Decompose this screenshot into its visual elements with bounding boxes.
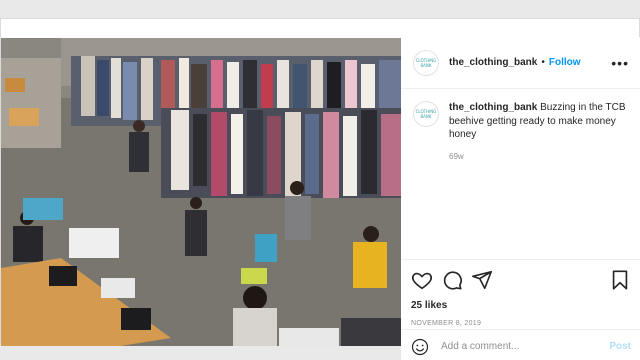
caption-text: the_clothing_bank Buzzing in the TCB bee… (449, 101, 629, 142)
caption-username[interactable]: the_clothing_bank (449, 102, 537, 113)
header-username[interactable]: the_clothing_bank (449, 57, 537, 68)
post-header: CLOTHING BANK the_clothing_bank • Follow… (401, 37, 640, 89)
emoji-icon[interactable] (411, 338, 429, 356)
profile-avatar[interactable]: CLOTHING BANK (413, 49, 439, 76)
bookmark-icon[interactable] (609, 269, 631, 291)
more-icon[interactable]: ••• (611, 55, 629, 71)
warehouse-photo-illustration (1, 38, 401, 346)
post-side-panel: CLOTHING BANK the_clothing_bank • Follow… (401, 37, 640, 360)
share-icon[interactable] (471, 269, 493, 291)
follow-button[interactable]: Follow (549, 57, 581, 68)
post-comment-button[interactable]: Post (609, 341, 631, 352)
caption-row: CLOTHING BANK the_clothing_bank Buzzing … (401, 89, 640, 142)
caption-avatar[interactable]: CLOTHING BANK (413, 101, 439, 127)
comment-icon[interactable] (441, 269, 463, 291)
likes-count[interactable]: 25 likes (411, 300, 631, 311)
svg-text:BANK: BANK (420, 114, 431, 119)
comment-input[interactable] (441, 341, 601, 352)
post-photo[interactable] (1, 38, 401, 346)
comment-bar: Post (401, 329, 640, 360)
instagram-post-card: CLOTHING BANK the_clothing_bank • Follow… (0, 18, 640, 360)
heart-icon[interactable] (411, 269, 433, 291)
post-date: NOVEMBER 8, 2019 (411, 320, 482, 327)
svg-text:BANK: BANK (420, 63, 431, 68)
separator-dot: • (541, 57, 545, 68)
clothing-bank-logo-icon: CLOTHING BANK (416, 58, 437, 68)
caption-timestamp[interactable]: 69w (449, 152, 640, 161)
clothing-bank-logo-icon: CLOTHING BANK (416, 109, 437, 119)
post-actions: 25 likes NOVEMBER 8, 2019 (401, 259, 640, 327)
action-icons-row (411, 268, 631, 292)
